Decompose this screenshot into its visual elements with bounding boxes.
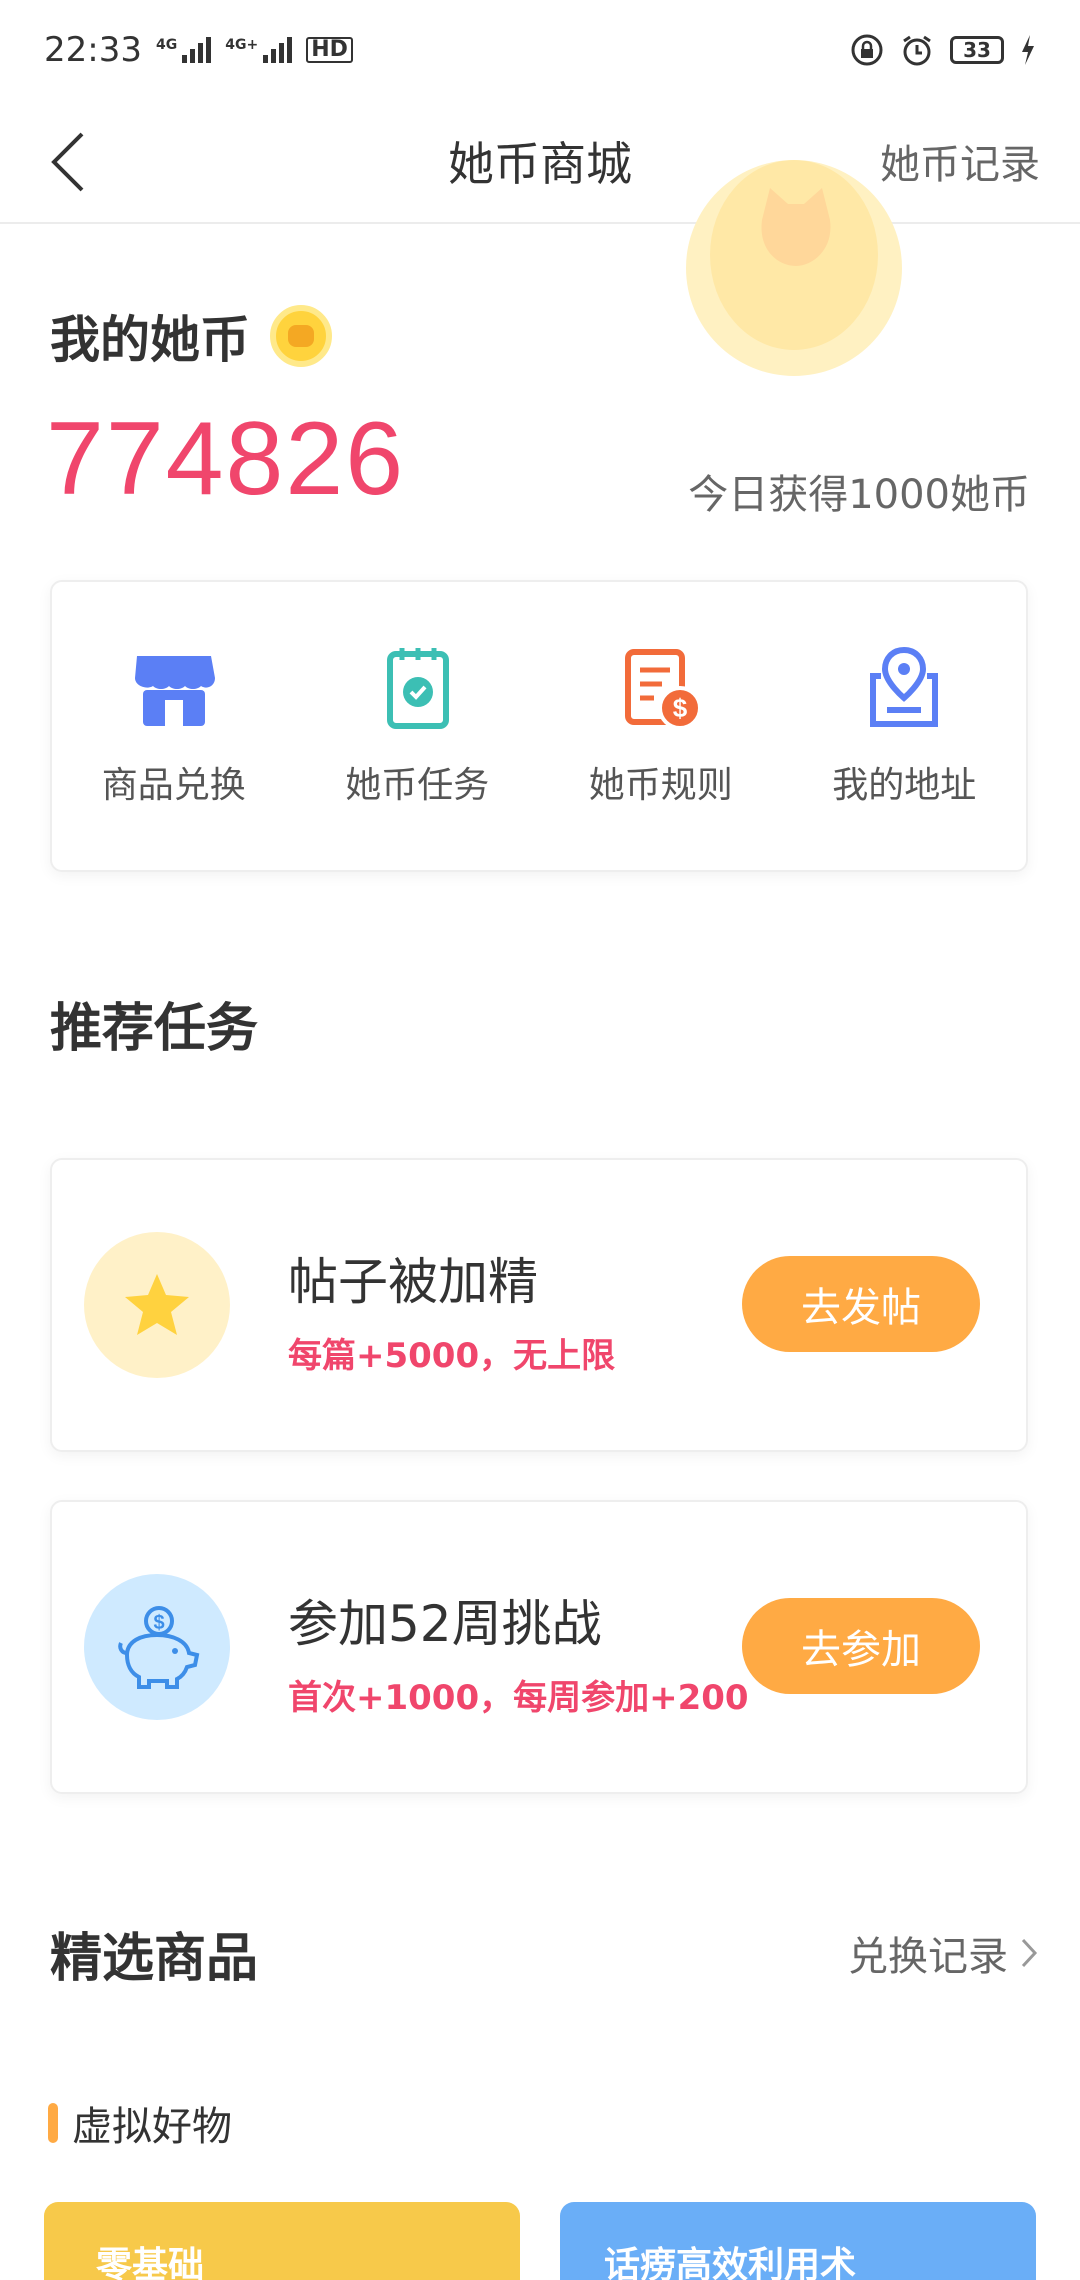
task-icon-bg: $ [84,1574,230,1720]
nav-bar: 她币商城 她币记录 [0,100,1080,224]
menu-label: 她币任务 [345,765,490,806]
decorative-coin-icon [686,160,902,376]
status-left: 22:33 4G 4G+ HD [44,30,353,70]
quick-menu-card: 商品兑换 她币任务 $ 她币规则 我的地址 [50,580,1028,872]
address-location-icon [870,646,939,727]
product-title: 零基础 [96,2245,205,2280]
status-right: 33 [850,33,1036,67]
product-title: 话痨高效利用术 [604,2245,857,2280]
task-card-52-week-challenge: $ 参加52周挑战 首次+1000，每周参加+200 去参加 [50,1500,1028,1794]
join-challenge-button[interactable]: 去参加 [742,1598,980,1694]
task-reward-desc: 每篇+5000，无上限 [288,1336,616,1376]
today-earned-text: 今日获得1000她币 [688,472,1030,518]
task-reward-desc: 首次+1000，每周参加+200 [288,1678,749,1718]
piggy-bank-icon: $ [118,1606,200,1689]
chevron-left-icon [51,132,84,192]
menu-item-exchange[interactable]: 商品兑换 [52,582,296,870]
my-coin-label: 我的她币 [50,311,250,369]
coin-balance: 774826 [46,401,406,517]
rotation-lock-icon [851,34,883,66]
menu-label: 商品兑换 [101,765,246,806]
network-type-1: 4G [155,37,178,53]
signal-icon-1: 4G [155,37,212,63]
network-type-2: 4G+ [225,37,259,53]
go-post-button[interactable]: 去发帖 [742,1256,980,1352]
store-icon [134,656,215,726]
svg-text:$: $ [673,693,688,723]
my-coin-header: 我的她币 [50,300,332,372]
exchange-record-link[interactable]: 兑换记录 [848,1924,1038,1982]
menu-item-tasks[interactable]: 她币任务 [296,582,540,870]
alarm-clock-icon [903,35,931,66]
charging-icon [1022,35,1034,65]
product-card[interactable]: 话痨高效利用术 [560,2202,1036,2280]
coin-icon [270,305,332,367]
task-checklist-icon [387,648,450,729]
menu-label: 她币规则 [588,765,733,806]
menu-item-rules[interactable]: $ 她币规则 [539,582,783,870]
rules-document-icon: $ [624,649,702,730]
hd-voice-icon: HD [306,37,353,63]
task-icon-bg [84,1232,230,1378]
battery-icon: 33 [950,36,1004,64]
task-title: 帖子被加精 [288,1253,538,1311]
back-button[interactable] [36,130,100,194]
page-title: 她币商城 [448,137,632,191]
menu-item-address[interactable]: 我的地址 [783,582,1027,870]
svg-text:$: $ [153,1612,164,1634]
coin-record-link[interactable]: 她币记录 [880,132,1040,190]
accent-bar [48,2103,58,2143]
task-title: 参加52周挑战 [288,1595,602,1653]
task-card-featured-post: 帖子被加精 每篇+5000，无上限 去发帖 [50,1158,1028,1452]
exchange-record-label: 兑换记录 [848,1934,1008,1980]
menu-label: 我的地址 [832,765,977,806]
featured-products-title: 精选商品 [50,1929,259,1989]
chevron-right-icon [1021,1938,1038,1968]
signal-icon-2: 4G+ [225,37,293,63]
status-bar: 22:33 4G 4G+ HD 33 [0,0,1080,100]
star-icon [125,1274,189,1335]
recommended-tasks-title: 推荐任务 [50,999,259,1059]
virtual-goods-header: 虚拟好物 [48,2094,232,2152]
virtual-goods-label: 虚拟好物 [72,2104,232,2150]
clock-time: 22:33 [44,30,142,70]
product-card[interactable]: 零基础 [44,2202,520,2280]
